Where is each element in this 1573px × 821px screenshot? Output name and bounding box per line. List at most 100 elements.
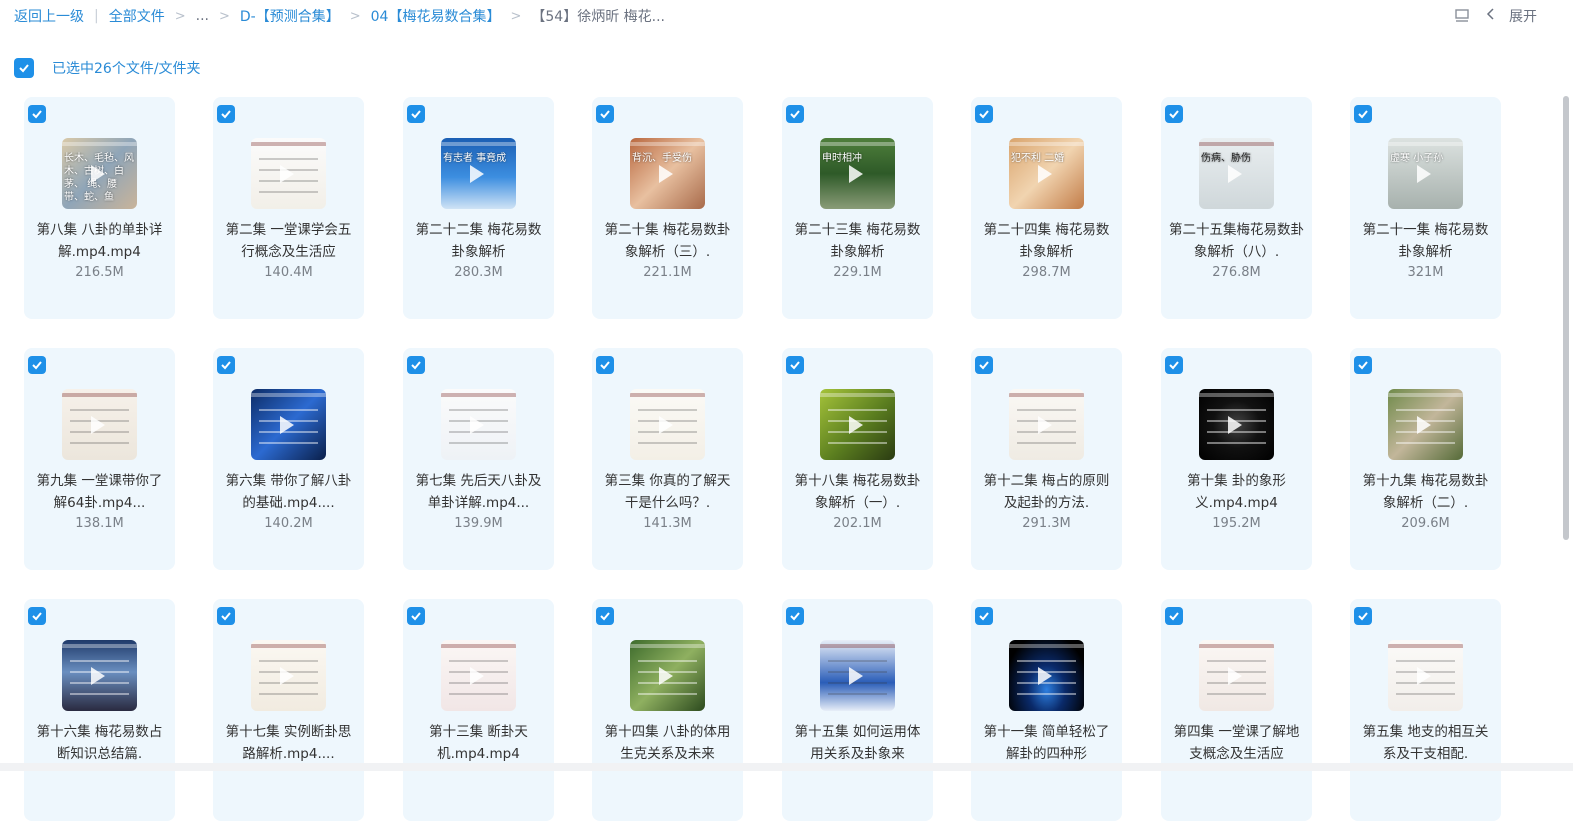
file-name[interactable]: 第六集 带你了解八卦的基础.mp4.... xyxy=(219,470,358,514)
file-checkbox[interactable] xyxy=(407,356,425,374)
file-name[interactable]: 第十集 卦的象形义.mp4.mp4 xyxy=(1167,470,1306,514)
video-thumbnail[interactable]: 背沉、手受伤 xyxy=(630,138,705,209)
back-link[interactable]: 返回上一级 xyxy=(14,6,84,26)
file-name[interactable]: 第十六集 梅花易数占断知识总结篇. xyxy=(30,721,169,765)
video-thumbnail[interactable] xyxy=(1199,640,1274,711)
file-checkbox[interactable] xyxy=(786,356,804,374)
view-mode-icon[interactable] xyxy=(1453,7,1471,25)
file-checkbox[interactable] xyxy=(975,607,993,625)
file-name[interactable]: 第十七集 实例断卦思路解析.mp4.... xyxy=(219,721,358,765)
video-thumbnail[interactable] xyxy=(1388,389,1463,460)
video-thumbnail[interactable] xyxy=(1388,640,1463,711)
file-checkbox[interactable] xyxy=(1354,105,1372,123)
file-checkbox[interactable] xyxy=(28,356,46,374)
breadcrumb-level2[interactable]: 04【梅花易数合集】 xyxy=(371,6,501,26)
file-name[interactable]: 第八集 八卦的单卦详解.mp4.mp4 xyxy=(30,219,169,263)
file-name[interactable]: 第二十五集梅花易数卦象解析（八）. xyxy=(1167,219,1306,263)
video-thumbnail[interactable] xyxy=(1009,389,1084,460)
file-name[interactable]: 第十一集 简单轻松了解卦的四种形 xyxy=(977,721,1116,765)
video-thumbnail[interactable] xyxy=(630,640,705,711)
file-checkbox[interactable] xyxy=(28,607,46,625)
video-thumbnail[interactable]: 伤病、胁伤 xyxy=(1199,138,1274,209)
file-name[interactable]: 第二十一集 梅花易数卦象解析 xyxy=(1356,219,1495,263)
file-card[interactable]: 第十一集 简单轻松了解卦的四种形 xyxy=(971,599,1122,821)
file-name[interactable]: 第四集 一堂课了解地支概念及生活应 xyxy=(1167,721,1306,765)
select-all-checkbox[interactable] xyxy=(14,58,34,78)
file-checkbox[interactable] xyxy=(975,105,993,123)
horizontal-scrollbar[interactable] xyxy=(0,763,1573,771)
file-name[interactable]: 第十八集 梅花易数卦象解析（一）. xyxy=(788,470,927,514)
file-card[interactable]: 伤病、胁伤第二十五集梅花易数卦象解析（八）.276.8M xyxy=(1161,97,1312,319)
file-checkbox[interactable] xyxy=(407,607,425,625)
file-checkbox[interactable] xyxy=(217,105,235,123)
file-checkbox[interactable] xyxy=(1165,607,1183,625)
file-card[interactable]: 第五集 地支的相互关系及干支相配. xyxy=(1350,599,1501,821)
file-checkbox[interactable] xyxy=(596,607,614,625)
video-thumbnail[interactable]: 有志者 事竟成 xyxy=(441,138,516,209)
video-thumbnail[interactable] xyxy=(62,389,137,460)
video-thumbnail[interactable] xyxy=(1009,640,1084,711)
file-checkbox[interactable] xyxy=(786,607,804,625)
file-checkbox[interactable] xyxy=(1354,607,1372,625)
file-name[interactable]: 第二十四集 梅花易数卦象解析 xyxy=(977,219,1116,263)
file-card[interactable]: 申时相冲第二十三集 梅花易数卦象解析229.1M xyxy=(782,97,933,319)
breadcrumb-ellipsis[interactable]: ... xyxy=(196,8,209,24)
video-thumbnail[interactable] xyxy=(630,389,705,460)
file-name[interactable]: 第三集 你真的了解天干是什么吗？. xyxy=(598,470,737,514)
file-name[interactable]: 第十二集 梅占的原则及起卦的方法. xyxy=(977,470,1116,514)
file-card[interactable]: 第十三集 断卦天机.mp4.mp4 xyxy=(403,599,554,821)
file-name[interactable]: 第二十二集 梅花易数卦象解析 xyxy=(409,219,548,263)
video-thumbnail[interactable] xyxy=(251,138,326,209)
file-checkbox[interactable] xyxy=(1165,356,1183,374)
video-thumbnail[interactable] xyxy=(251,389,326,460)
video-thumbnail[interactable]: 犯不利 二婚 xyxy=(1009,138,1084,209)
video-thumbnail[interactable] xyxy=(62,640,137,711)
file-card[interactable]: 第七集 先后天八卦及单卦详解.mp4...139.9M xyxy=(403,348,554,570)
file-name[interactable]: 第二集 一堂课学会五行概念及生活应 xyxy=(219,219,358,263)
file-card[interactable]: 第四集 一堂课了解地支概念及生活应 xyxy=(1161,599,1312,821)
file-checkbox[interactable] xyxy=(217,607,235,625)
video-thumbnail[interactable] xyxy=(1199,389,1274,460)
file-name[interactable]: 第十三集 断卦天机.mp4.mp4 xyxy=(409,721,548,765)
file-card[interactable]: 第六集 带你了解八卦的基础.mp4....140.2M xyxy=(213,348,364,570)
file-card[interactable]: 第十集 卦的象形义.mp4.mp4195.2M xyxy=(1161,348,1312,570)
expand-button[interactable]: 展开 xyxy=(1485,6,1537,26)
video-thumbnail[interactable]: 虚寒 小子孙 xyxy=(1388,138,1463,209)
file-card[interactable]: 虚寒 小子孙第二十一集 梅花易数卦象解析321M xyxy=(1350,97,1501,319)
video-thumbnail[interactable] xyxy=(441,389,516,460)
breadcrumb-all-files[interactable]: 全部文件 xyxy=(109,6,165,26)
video-thumbnail[interactable]: 长木、毛毡、风 木、古树、白茅、 绳、腰带、蛇、鱼 xyxy=(62,138,137,209)
video-thumbnail[interactable] xyxy=(441,640,516,711)
file-checkbox[interactable] xyxy=(596,356,614,374)
file-checkbox[interactable] xyxy=(217,356,235,374)
file-checkbox[interactable] xyxy=(28,105,46,123)
file-card[interactable]: 第十二集 梅占的原则及起卦的方法.291.3M xyxy=(971,348,1122,570)
file-card[interactable]: 第二集 一堂课学会五行概念及生活应140.4M xyxy=(213,97,364,319)
file-card[interactable]: 第十五集 如何运用体用关系及卦象来 xyxy=(782,599,933,821)
file-card[interactable]: 第十八集 梅花易数卦象解析（一）.202.1M xyxy=(782,348,933,570)
vertical-scrollbar[interactable] xyxy=(1563,96,1569,540)
file-card[interactable]: 犯不利 二婚第二十四集 梅花易数卦象解析298.7M xyxy=(971,97,1122,319)
file-checkbox[interactable] xyxy=(407,105,425,123)
file-checkbox[interactable] xyxy=(786,105,804,123)
file-name[interactable]: 第五集 地支的相互关系及干支相配. xyxy=(1356,721,1495,765)
file-card[interactable]: 背沉、手受伤第二十集 梅花易数卦象解析（三）.221.1M xyxy=(592,97,743,319)
file-name[interactable]: 第九集 一堂课带你了解64卦.mp4... xyxy=(30,470,169,514)
file-name[interactable]: 第二十集 梅花易数卦象解析（三）. xyxy=(598,219,737,263)
file-card[interactable]: 长木、毛毡、风 木、古树、白茅、 绳、腰带、蛇、鱼第八集 八卦的单卦详解.mp4… xyxy=(24,97,175,319)
file-name[interactable]: 第七集 先后天八卦及单卦详解.mp4... xyxy=(409,470,548,514)
file-checkbox[interactable] xyxy=(596,105,614,123)
breadcrumb-level1[interactable]: D-【预测合集】 xyxy=(240,6,340,26)
file-name[interactable]: 第十九集 梅花易数卦象解析（二）. xyxy=(1356,470,1495,514)
file-checkbox[interactable] xyxy=(1354,356,1372,374)
video-thumbnail[interactable] xyxy=(820,389,895,460)
file-card[interactable]: 第九集 一堂课带你了解64卦.mp4...138.1M xyxy=(24,348,175,570)
file-card[interactable]: 第十四集 八卦的体用生克关系及未来 xyxy=(592,599,743,821)
file-name[interactable]: 第十五集 如何运用体用关系及卦象来 xyxy=(788,721,927,765)
video-thumbnail[interactable] xyxy=(251,640,326,711)
file-name[interactable]: 第十四集 八卦的体用生克关系及未来 xyxy=(598,721,737,765)
file-card[interactable]: 第十六集 梅花易数占断知识总结篇. xyxy=(24,599,175,821)
video-thumbnail[interactable] xyxy=(820,640,895,711)
file-card[interactable]: 第三集 你真的了解天干是什么吗？.141.3M xyxy=(592,348,743,570)
file-card[interactable]: 第十七集 实例断卦思路解析.mp4.... xyxy=(213,599,364,821)
